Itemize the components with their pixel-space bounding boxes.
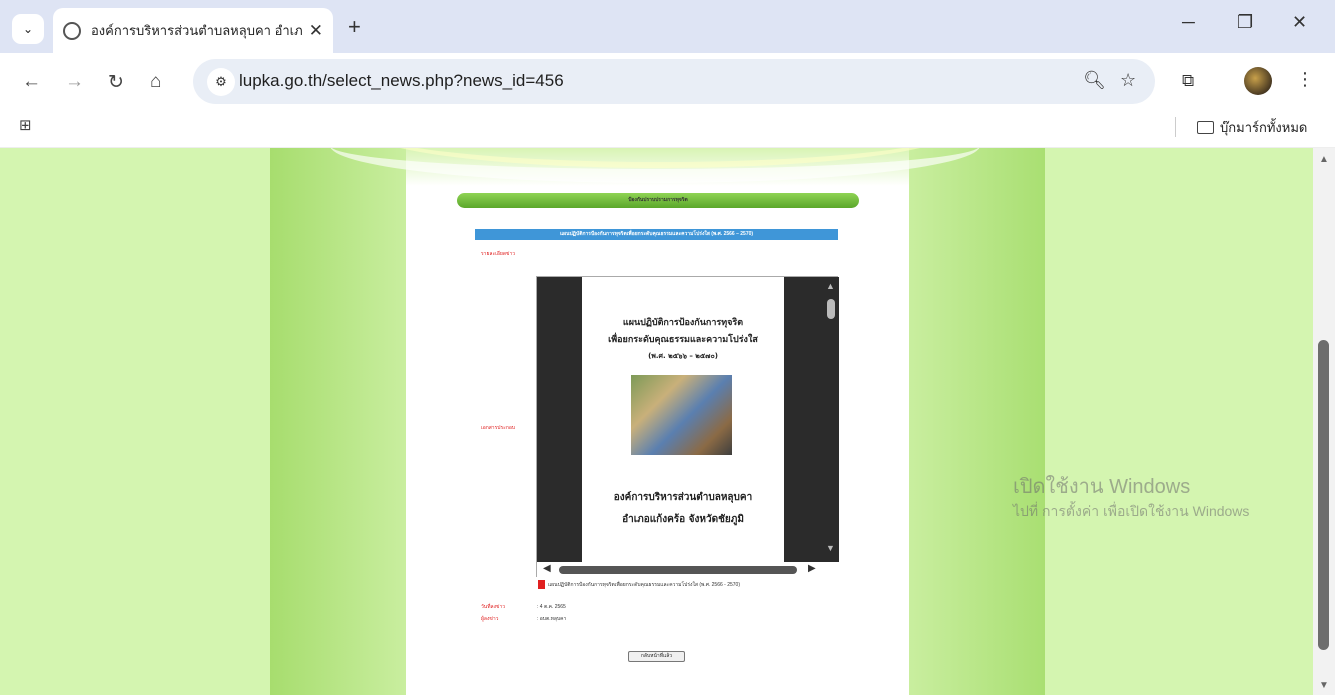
pdf-org-line: องค์การบริหารส่วนตำบลหลุบคา — [613, 492, 753, 503]
page-scrollbar[interactable]: ▲ ▼ — [1313, 148, 1335, 695]
pdf-title-line-2: เพื่อยกระดับคุณธรรมและความโปร่งใส — [608, 335, 758, 345]
background-decoration-right — [909, 148, 1045, 695]
folder-icon — [1197, 121, 1214, 134]
pdf-title-line-1: แผนปฏิบัติการป้องกันการทุจริต — [622, 318, 744, 328]
activation-watermark-title: เปิดใช้งาน Windows — [1013, 476, 1191, 498]
scroll-down-icon[interactable]: ▼ — [826, 543, 835, 553]
new-tab-button[interactable]: + — [348, 14, 361, 40]
scroll-up-icon[interactable]: ▲ — [826, 281, 835, 291]
back-arrow-icon[interactable]: ← — [22, 71, 41, 93]
news-title: แผนปฏิบัติการป้องกันการทุจริตเพื่อยกระดั… — [475, 229, 838, 240]
address-bar[interactable]: ⚙ lupka.go.th/select_news.php?news_id=45… — [193, 59, 1155, 104]
pdf-location-line: อำเภอแก้งคร้อ จังหวัดชัยภูมิ — [622, 514, 744, 525]
pdf-vertical-thumb[interactable] — [827, 299, 835, 319]
zoom-icon[interactable]: 🔍︎ — [1083, 70, 1106, 91]
star-icon[interactable]: ☆ — [1120, 70, 1136, 91]
page-scroll-up-icon[interactable]: ▲ — [1319, 154, 1329, 165]
chevron-down-icon: ⌄ — [22, 22, 34, 36]
pdf-horizontal-scrollbar[interactable]: ◀ ▶ — [537, 562, 839, 577]
page-scroll-thumb[interactable] — [1318, 340, 1329, 650]
date-label: วันที่ลงข่าว — [481, 604, 506, 610]
tab-search-button[interactable]: ⌄ — [12, 14, 44, 44]
date-value: : 4 ต.ค. 2565 — [537, 604, 566, 610]
pdf-file-icon — [538, 580, 545, 589]
attachment-label: เอกสารประกอบ — [481, 425, 516, 431]
scroll-right-icon[interactable]: ▶ — [808, 563, 816, 574]
tune-icon[interactable]: ⚙ — [207, 68, 235, 96]
page-viewport: ป้องกันปราบปรามการทุจริต แผนปฏิบัติการป้… — [0, 148, 1313, 695]
forward-arrow-icon[interactable]: → — [65, 71, 84, 93]
page-scroll-down-icon[interactable]: ▼ — [1319, 680, 1329, 691]
tab-strip: ⌄ องค์การบริหารส่วนตำบลหลุบคา อำเภ ✕ + ─… — [0, 0, 1335, 53]
pdf-title-line-3: (พ.ศ. ๒๕๖๖ – ๒๕๗๐) — [648, 352, 718, 360]
minimize-button[interactable]: ─ — [1182, 12, 1195, 33]
scroll-left-icon[interactable]: ◀ — [543, 563, 551, 574]
close-icon[interactable]: ✕ — [309, 21, 323, 41]
pdf-horizontal-thumb[interactable] — [559, 566, 797, 574]
bookmarks-separator — [1175, 117, 1176, 137]
back-button[interactable]: กลับหน้าที่แล้ว — [628, 651, 685, 662]
attachment-link-text[interactable]: แผนปฏิบัติการป้องกันการทุจริตเพื่อยกระดั… — [548, 581, 740, 589]
pdf-viewer[interactable]: แผนปฏิบัติการป้องกันการทุจริต เพื่อยกระด… — [536, 276, 839, 577]
author-label: ผู้ลงข่าว — [481, 616, 499, 622]
tab-active[interactable]: องค์การบริหารส่วนตำบลหลุบคา อำเภ ✕ — [53, 8, 333, 53]
kebab-menu-icon[interactable]: ⋮ — [1296, 69, 1314, 90]
home-icon[interactable]: ⌂ — [150, 71, 161, 93]
restore-button[interactable]: ❐ — [1237, 12, 1253, 33]
toolbar: ← → ↻ ⌂ ⚙ lupka.go.th/select_news.php?ne… — [0, 53, 1335, 111]
avatar[interactable] — [1244, 67, 1272, 95]
section-header: ป้องกันปราบปรามการทุจริต — [457, 193, 859, 208]
pdf-page: แผนปฏิบัติการป้องกันการทุจริต เพื่อยกระด… — [582, 277, 784, 562]
url-text[interactable]: lupka.go.th/select_news.php?news_id=456 — [239, 71, 564, 91]
puzzle-icon[interactable]: ⧉ — [1182, 71, 1194, 91]
pdf-illustration — [631, 375, 732, 455]
reload-icon[interactable]: ↻ — [108, 71, 124, 94]
activation-watermark-subtitle: ไปที่ การตั้งค่า เพื่อเปิดใช้งาน Windows — [1013, 503, 1250, 519]
globe-icon — [63, 21, 81, 40]
apps-grid-icon[interactable]: ⊞ — [19, 116, 32, 134]
details-label: รายละเอียดข่าว — [481, 251, 516, 257]
author-value: : อบต.หลุบคา — [537, 616, 567, 622]
bookmarks-bar: ⊞ บุ๊กมาร์กทั้งหมด — [0, 111, 1335, 148]
close-window-button[interactable]: ✕ — [1292, 12, 1307, 33]
tab-title: องค์การบริหารส่วนตำบลหลุบคา อำเภ — [91, 23, 303, 38]
background-decoration-left — [270, 148, 406, 695]
pdf-vertical-scrollbar[interactable]: ▲ ▼ — [823, 277, 839, 562]
all-bookmarks-button[interactable]: บุ๊กมาร์กทั้งหมด — [1197, 117, 1307, 138]
attachment-link[interactable]: แผนปฏิบัติการป้องกันการทุจริตเพื่อยกระดั… — [538, 580, 740, 589]
all-bookmarks-label: บุ๊กมาร์กทั้งหมด — [1220, 120, 1308, 135]
